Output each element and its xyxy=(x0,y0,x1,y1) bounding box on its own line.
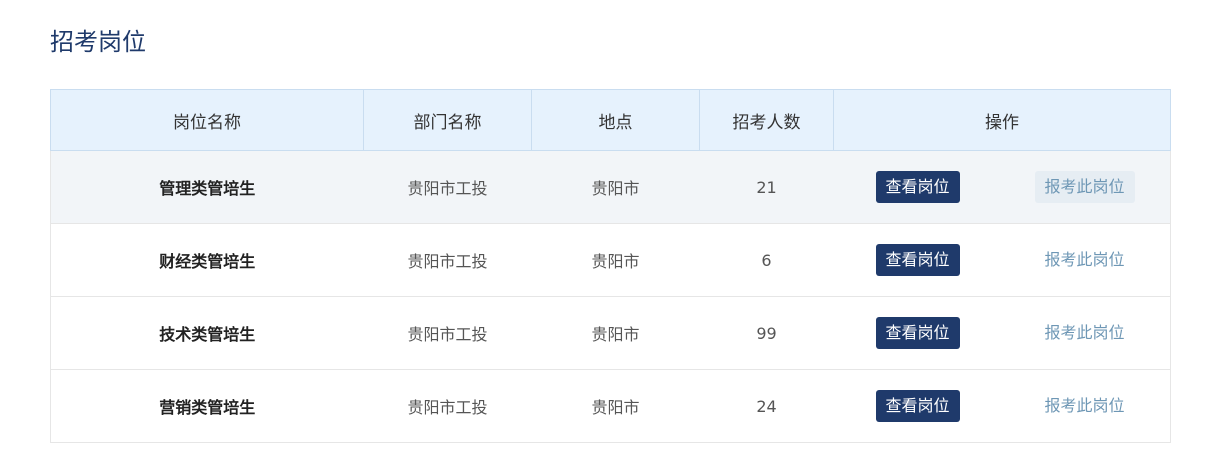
header-row: 岗位名称 部门名称 地点 招考人数 操作 xyxy=(50,89,1171,151)
actions-cell: 查看岗位 报考此岗位 xyxy=(833,296,1171,370)
location: 贵阳市 xyxy=(531,150,700,224)
position-name: 营销类管培生 xyxy=(50,369,364,443)
header-position-name: 岗位名称 xyxy=(50,89,364,151)
table-row: 技术类管培生 贵阳市工投 贵阳市 99 查看岗位 报考此岗位 xyxy=(50,296,1171,370)
location: 贵阳市 xyxy=(531,369,700,443)
table-body: 管理类管培生 贵阳市工投 贵阳市 21 查看岗位 报考此岗位 财经类管培生 贵阳… xyxy=(50,150,1171,443)
headcount: 99 xyxy=(699,296,834,370)
table-row: 财经类管培生 贵阳市工投 贵阳市 6 查看岗位 报考此岗位 xyxy=(50,223,1171,297)
location: 贵阳市 xyxy=(531,223,700,297)
department: 贵阳市工投 xyxy=(363,223,532,297)
actions: 查看岗位 报考此岗位 xyxy=(834,151,1171,223)
page-title: 招考岗位 xyxy=(50,28,146,56)
actions: 查看岗位 报考此岗位 xyxy=(834,224,1171,296)
actions-cell: 查看岗位 报考此岗位 xyxy=(833,223,1171,297)
position-name: 技术类管培生 xyxy=(50,296,364,370)
view-position-button[interactable]: 查看岗位 xyxy=(875,244,960,276)
apply-position-link[interactable]: 报考此岗位 xyxy=(1035,317,1135,349)
headcount: 6 xyxy=(699,223,834,297)
positions-table: 岗位名称 部门名称 地点 招考人数 操作 管理类管培生 贵阳市工投 贵阳市 21… xyxy=(50,89,1171,443)
actions-cell: 查看岗位 报考此岗位 xyxy=(833,150,1171,224)
view-position-button[interactable]: 查看岗位 xyxy=(875,317,960,349)
position-name: 财经类管培生 xyxy=(50,223,364,297)
table-row: 营销类管培生 贵阳市工投 贵阳市 24 查看岗位 报考此岗位 xyxy=(50,369,1171,443)
position-name: 管理类管培生 xyxy=(50,150,364,224)
location: 贵阳市 xyxy=(531,296,700,370)
view-position-button[interactable]: 查看岗位 xyxy=(875,171,960,203)
table-row: 管理类管培生 贵阳市工投 贵阳市 21 查看岗位 报考此岗位 xyxy=(50,150,1171,224)
apply-position-link[interactable]: 报考此岗位 xyxy=(1035,244,1135,276)
table-header: 岗位名称 部门名称 地点 招考人数 操作 xyxy=(50,89,1171,151)
view-position-button[interactable]: 查看岗位 xyxy=(875,390,960,422)
page: 招考岗位 岗位名称 部门名称 地点 招考人数 操作 管理类管培生 贵阳市工投 贵… xyxy=(0,0,1214,461)
header-actions: 操作 xyxy=(833,89,1171,151)
headcount: 21 xyxy=(699,150,834,224)
header-headcount: 招考人数 xyxy=(699,89,834,151)
department: 贵阳市工投 xyxy=(363,150,532,224)
header-department: 部门名称 xyxy=(363,89,532,151)
actions: 查看岗位 报考此岗位 xyxy=(834,370,1171,442)
actions-cell: 查看岗位 报考此岗位 xyxy=(833,369,1171,443)
headcount: 24 xyxy=(699,369,834,443)
department: 贵阳市工投 xyxy=(363,369,532,443)
apply-position-link[interactable]: 报考此岗位 xyxy=(1035,390,1135,422)
header-location: 地点 xyxy=(531,89,700,151)
apply-position-link[interactable]: 报考此岗位 xyxy=(1034,171,1135,203)
actions: 查看岗位 报考此岗位 xyxy=(834,297,1171,369)
department: 贵阳市工投 xyxy=(363,296,532,370)
